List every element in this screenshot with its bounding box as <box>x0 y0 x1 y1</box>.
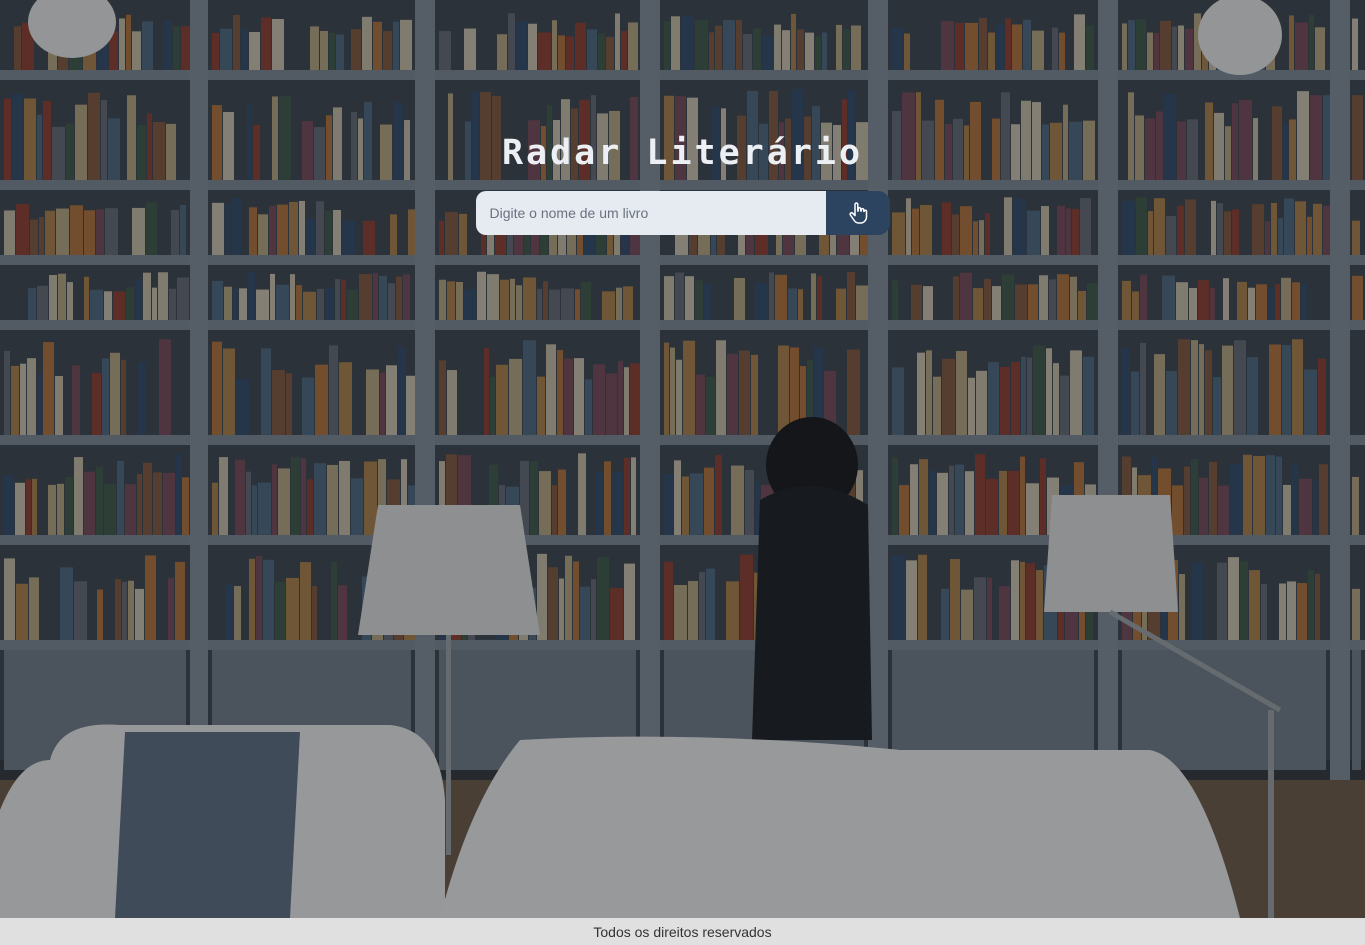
footer: Todos os direitos reservados <box>0 918 1365 945</box>
search-form <box>475 191 890 235</box>
hand-pointer-icon <box>848 202 867 224</box>
footer-text: Todos os direitos reservados <box>593 923 772 940</box>
page-title: Radar Literário <box>501 133 864 173</box>
search-section: Radar Literário <box>0 128 1365 235</box>
search-button[interactable] <box>825 191 890 235</box>
search-input[interactable] <box>475 191 826 235</box>
